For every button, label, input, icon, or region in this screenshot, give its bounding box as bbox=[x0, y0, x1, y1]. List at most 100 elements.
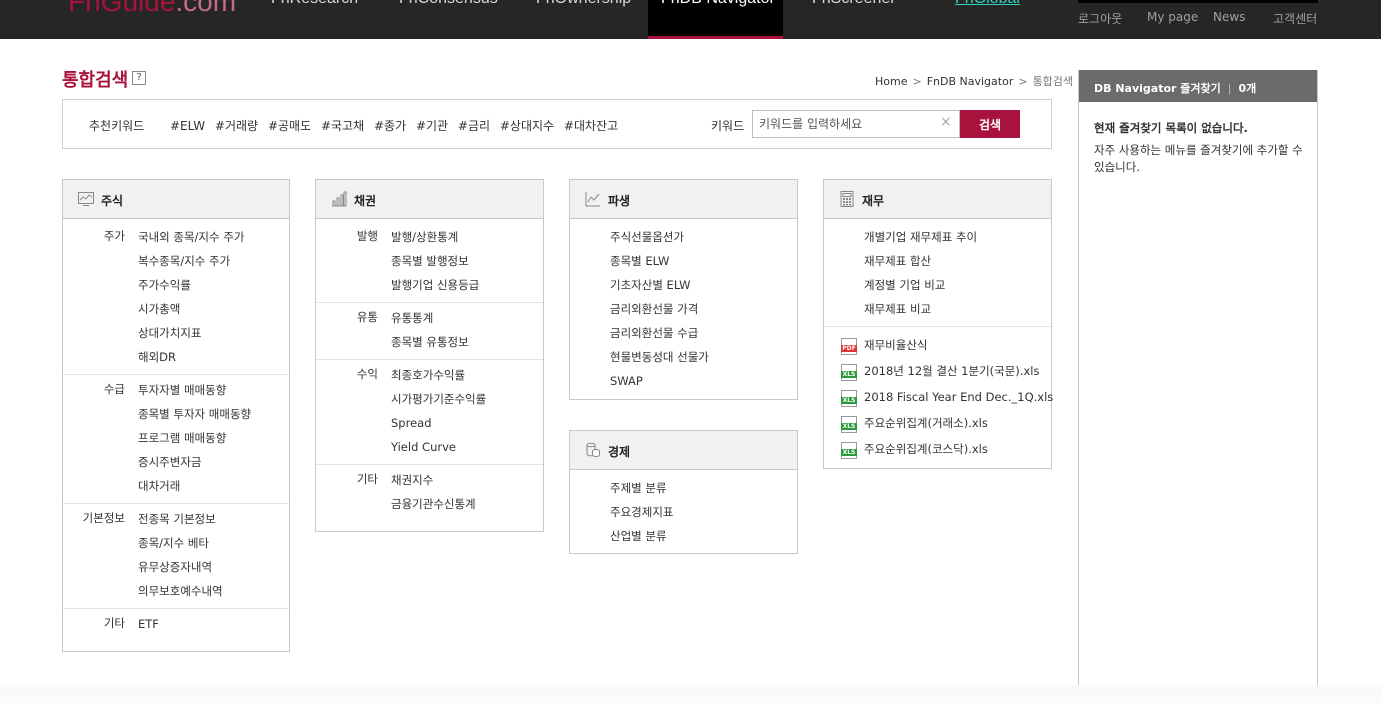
keyword-tag[interactable]: #거래량 bbox=[215, 119, 258, 133]
footer-strip bbox=[0, 685, 1381, 703]
menu-item[interactable]: 최종호가수익률 bbox=[316, 366, 543, 390]
news-link[interactable]: News bbox=[1213, 10, 1245, 24]
group-price: 주가 국내외 종목/지수 주가 복수종목/지수 주가 주가수익률 시가총액 상대… bbox=[63, 219, 289, 374]
xls-file-icon: XLS bbox=[841, 390, 857, 407]
group-label: 기본정보 bbox=[82, 511, 125, 525]
help-icon[interactable]: ? bbox=[132, 71, 146, 85]
menu-item[interactable]: 주요경제지표 bbox=[570, 503, 797, 527]
menu-item[interactable]: SWAP bbox=[570, 372, 797, 396]
menu-item[interactable]: 의무보호예수내역 bbox=[63, 582, 289, 606]
group-etc: 기타 ETF bbox=[63, 608, 289, 641]
menu-item[interactable]: 발행기업 신용등급 bbox=[316, 276, 543, 300]
file-download-link[interactable]: PDF 재무비율산식 bbox=[824, 336, 1051, 362]
file-name: 주요순위집계(코스닥).xls bbox=[864, 442, 988, 456]
menu-item[interactable]: 주식선물옵션가 bbox=[570, 228, 797, 252]
keyword-tag[interactable]: #상대지수 bbox=[500, 119, 554, 133]
menu-item[interactable]: 주가수익률 bbox=[63, 276, 289, 300]
menu-item[interactable]: 개별기업 재무제표 추이 bbox=[824, 228, 1051, 252]
menu-item[interactable]: 국내외 종목/지수 주가 bbox=[63, 228, 289, 252]
menu-item[interactable]: 해외DR bbox=[63, 348, 289, 372]
menu-item[interactable]: 종목/지수 베타 bbox=[63, 534, 289, 558]
keyword-tag[interactable]: #금리 bbox=[458, 119, 490, 133]
menu-item[interactable]: 재무제표 비교 bbox=[824, 300, 1051, 324]
nav-fndb-navigator[interactable]: FnDB Navigator bbox=[648, 0, 783, 39]
favorites-count: 0개 bbox=[1238, 82, 1257, 95]
favorites-title: DB Navigator 즐겨찾기 bbox=[1094, 82, 1221, 95]
group-basic-info: 기본정보 전종목 기본정보 종목/지수 베타 유무상증자내역 의무보호예수내역 bbox=[63, 503, 289, 608]
line-chart-icon bbox=[585, 192, 600, 207]
panel-stock-header: 주식 bbox=[63, 180, 289, 219]
keyword-tag[interactable]: #국고채 bbox=[321, 119, 364, 133]
group-financials: 개별기업 재무제표 추이 재무제표 합산 계정별 기업 비교 재무제표 비교 bbox=[824, 219, 1051, 326]
menu-item[interactable]: 재무제표 합산 bbox=[824, 252, 1051, 276]
menu-item[interactable]: 기초자산별 ELW bbox=[570, 276, 797, 300]
menu-item[interactable]: 현물변동성대 선물가 bbox=[570, 348, 797, 372]
panel-financials-header: 재무 bbox=[824, 180, 1051, 219]
nav-fnownership[interactable]: FnOwnership bbox=[536, 0, 631, 8]
menu-item[interactable]: 유무상증자내역 bbox=[63, 558, 289, 582]
menu-item[interactable]: 종목별 발행정보 bbox=[316, 252, 543, 276]
breadcrumb-sep: > bbox=[912, 75, 922, 88]
menu-item[interactable]: 산업별 분류 bbox=[570, 527, 797, 551]
menu-item[interactable]: 종목별 투자자 매매동향 bbox=[63, 405, 289, 429]
customer-center-link[interactable]: 고객센터 bbox=[1273, 10, 1317, 27]
menu-item[interactable]: 주제별 분류 bbox=[570, 479, 797, 503]
logout-link[interactable]: 로그아웃 bbox=[1078, 10, 1122, 27]
menu-item[interactable]: 유통통계 bbox=[316, 309, 543, 333]
keyword-tag[interactable]: #공매도 bbox=[268, 119, 311, 133]
menu-item[interactable]: 금리외환선물 가격 bbox=[570, 300, 797, 324]
bar-chart-icon bbox=[332, 191, 347, 207]
file-download-link[interactable]: XLS 주요순위집계(코스닥).xls bbox=[824, 440, 1051, 466]
breadcrumb: Home > FnDB Navigator > 통합검색 bbox=[875, 73, 1073, 89]
menu-item[interactable]: 복수종목/지수 주가 bbox=[63, 252, 289, 276]
page-title: 통합검색 bbox=[62, 70, 129, 91]
keyword-tag[interactable]: #종가 bbox=[374, 119, 406, 133]
top-nav-bar: FnGuide.com FnResearch FnConsensus FnOwn… bbox=[0, 0, 1381, 39]
menu-item[interactable]: 종목별 ELW bbox=[570, 252, 797, 276]
menu-item[interactable]: 발행/상환통계 bbox=[316, 228, 543, 252]
menu-item[interactable]: 시가평가기준수익률 bbox=[316, 390, 543, 414]
nav-fnresearch[interactable]: FnResearch bbox=[271, 0, 358, 8]
favorites-empty-message: 현재 즐겨찾기 목록이 없습니다. bbox=[1094, 121, 1248, 135]
search-button[interactable]: 검색 bbox=[960, 110, 1020, 138]
group-label: 유통 bbox=[356, 310, 378, 324]
nav-fnglobal[interactable]: FnGlobal bbox=[955, 0, 1020, 8]
menu-item[interactable]: 종목별 유통정보 bbox=[316, 333, 543, 357]
menu-item[interactable]: Spread bbox=[316, 414, 543, 438]
group-economy: 주제별 분류 주요경제지표 산업별 분류 bbox=[570, 470, 797, 553]
menu-item[interactable]: 금융기관수신통계 bbox=[316, 495, 543, 519]
keyword-label: 키워드 bbox=[711, 119, 745, 133]
panel-economy-header: 경제 bbox=[570, 431, 797, 470]
file-download-link[interactable]: XLS 주요순위집계(거래소).xls bbox=[824, 414, 1051, 440]
file-download-link[interactable]: XLS 2018 Fiscal Year End Dec._1Q.xls bbox=[824, 388, 1053, 414]
mypage-link[interactable]: My page bbox=[1147, 10, 1198, 24]
nav-fnconsensus[interactable]: FnConsensus bbox=[399, 0, 498, 8]
menu-item[interactable]: 시가총액 bbox=[63, 300, 289, 324]
keyword-tag[interactable]: #ELW bbox=[170, 119, 205, 133]
nav-fnscreener[interactable]: FnScreener bbox=[812, 0, 896, 8]
breadcrumb-home[interactable]: Home bbox=[875, 75, 907, 88]
menu-item[interactable]: 증시주변자금 bbox=[63, 453, 289, 477]
file-download-link[interactable]: XLS 2018년 12월 결산 1분기(국문).xls bbox=[824, 362, 1051, 388]
menu-item[interactable]: Yield Curve bbox=[316, 438, 543, 462]
menu-item[interactable]: ETF bbox=[63, 615, 289, 639]
logo-fn: FnGuide bbox=[68, 0, 176, 17]
favorites-panel: DB Navigator 즐겨찾기 | 0개 현재 즐겨찾기 목록이 없습니다. 자… bbox=[1078, 70, 1318, 703]
menu-item[interactable]: 대차거래 bbox=[63, 477, 289, 501]
menu-item[interactable]: 프로그램 매매동향 bbox=[63, 429, 289, 453]
breadcrumb-section[interactable]: FnDB Navigator bbox=[927, 75, 1014, 88]
search-box: 추천키워드 #ELW #거래량 #공매도 #국고채 #종가 #기관 #금리 #상… bbox=[62, 99, 1052, 149]
menu-item[interactable]: 상대가치지표 bbox=[63, 324, 289, 348]
menu-item[interactable]: 투자자별 매매동향 bbox=[63, 381, 289, 405]
group-etc: 기타 채권지수 금융기관수신통계 bbox=[316, 464, 543, 521]
menu-item[interactable]: 채권지수 bbox=[316, 471, 543, 495]
clear-icon[interactable]: × bbox=[940, 114, 952, 130]
site-logo[interactable]: FnGuide.com bbox=[68, 0, 236, 18]
menu-item[interactable]: 계정별 기업 비교 bbox=[824, 276, 1051, 300]
keyword-tag[interactable]: #대차잔고 bbox=[564, 119, 618, 133]
logo-com: .com bbox=[175, 0, 237, 17]
panel-title: 경제 bbox=[608, 445, 631, 459]
keyword-search-input[interactable] bbox=[752, 110, 960, 138]
keyword-tag[interactable]: #기관 bbox=[416, 119, 448, 133]
menu-item[interactable]: 금리외환선물 수급 bbox=[570, 324, 797, 348]
